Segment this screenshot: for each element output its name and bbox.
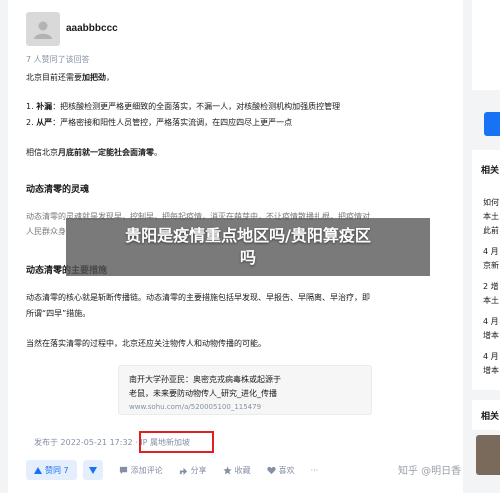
overlay-title: 贵阳是疫情重点地区吗/贵阳算疫区 吗 [66,218,430,276]
upvote-label: 赞同 7 [45,465,69,475]
answer-belief: 相信北京月底前就一定能社会面清零。 [26,148,162,157]
downvote-button[interactable] [82,460,103,480]
sidebar-item[interactable]: 4 月 [483,351,499,362]
sidebar-card-top [472,0,500,90]
answer-intro: 北京目前还需要加把劲， [26,73,114,82]
sidebar-thumbnail[interactable] [476,435,500,475]
answer-point-2: 2. 从严：严格密接和阳性人员管控，严格落实流调，在四应四尽上更严一点 [26,118,293,127]
link-card-title-line-2: 老鼠，未来要防动物传人_研究_进化_传播 [129,389,277,398]
heart-icon [266,466,276,474]
action-bar: 赞同 7 添加评论 分享 收藏 喜欢 ··· [26,459,318,481]
sidebar-heading-1: 相关 [481,166,500,176]
sidebar-item[interactable]: 增本 [483,365,499,376]
triangle-down-icon [88,466,97,474]
sidebar-item[interactable]: 京新 [483,260,499,271]
link-card-title-line-1: 南开大学孙亚民：奥密克戎病毒株或起源于 [129,375,281,384]
upvote-button[interactable]: 赞同 7 [26,460,77,480]
section-measures-line-2: 所谓“四早”措施。 [26,309,91,318]
user-placeholder-icon [34,21,52,39]
more-button[interactable]: ··· [311,466,319,475]
sidebar-item[interactable]: 4 月 [483,246,499,257]
ip-highlight-box [139,431,214,453]
avatar[interactable] [26,12,60,46]
overlay-title-line-2: 吗 [239,248,256,267]
like-label: 喜欢 [278,465,295,475]
answer-point-1: 1. 补漏：把核酸检测更严格更细致的全面落实，不漏一人，对核酸检测机构加强质控管… [26,102,341,111]
sidebar-item[interactable]: 此前 [483,225,499,236]
sidebar-item[interactable]: 增本 [483,330,499,341]
sidebar-item[interactable]: 4 月 [483,316,499,327]
sidebar-heading-3: 相关 [481,412,500,422]
favorite-button[interactable]: 收藏 [223,465,251,476]
share-button[interactable]: 分享 [179,465,207,476]
share-icon [179,467,187,475]
link-card-url: www.sohu.com/a/520005100_115479 [129,403,262,411]
like-button[interactable]: 喜欢 [266,465,295,476]
sidebar-item[interactable]: 如何 [483,197,499,208]
sidebar-item[interactable]: 本土 [483,211,499,222]
section-measures-line-1: 动态清零的核心就是斩断传播链。动态清零的主要措施包括早发现、早报告、早隔离、早治… [26,293,370,302]
sidebar-item[interactable]: 本土 [483,295,499,306]
add-comment-label: 添加评论 [130,465,163,475]
add-comment-button[interactable]: 添加评论 [119,465,163,476]
comment-icon [119,466,127,474]
triangle-up-icon [34,466,42,474]
watermark: 知乎 @明日香 [398,466,462,477]
star-icon [223,465,232,474]
more-icon: ··· [310,465,319,475]
sidebar-item[interactable]: 2 增 [483,281,499,292]
publish-date: 发布于 2022-05-21 17:32 [34,438,133,447]
section-heading-soul: 动态清零的灵魂 [26,185,90,195]
answer-closing: 当然在落实清零的过程中，北京还应关注物传人和动物传播的可能。 [26,339,266,348]
upvote-info: 7 人赞同了该回答 [26,55,90,64]
favorite-label: 收藏 [234,465,251,475]
link-card[interactable]: 南开大学孙亚民：奥密克戎病毒株或起源于 老鼠，未来要防动物传人_研究_进化_传播… [118,365,372,415]
share-label: 分享 [190,465,207,475]
sidebar-action-button[interactable] [484,112,500,136]
section-soul-line-2: 人民群众身 [26,227,66,236]
author-name[interactable]: aaabbbccc [66,23,118,34]
overlay-title-line-1: 贵阳是疫情重点地区吗/贵阳算疫区 [125,226,371,245]
